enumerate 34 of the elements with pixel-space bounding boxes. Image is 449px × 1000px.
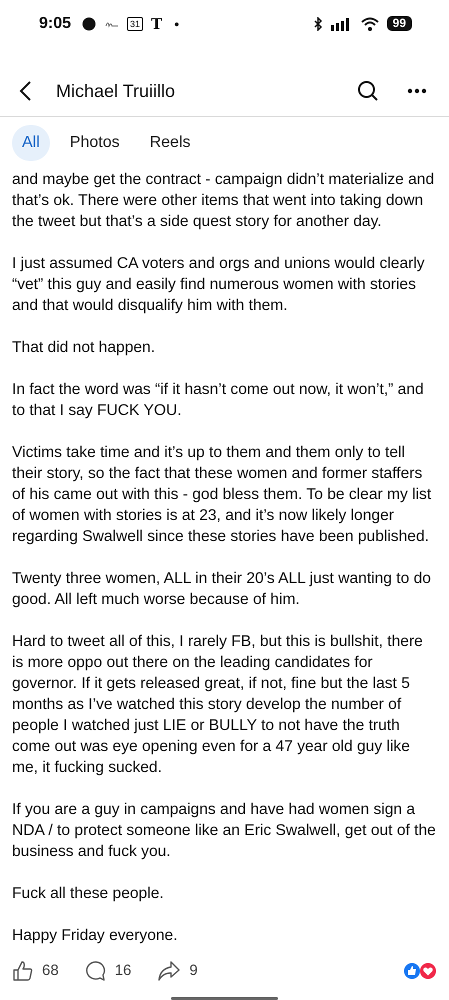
post-paragraph: Twenty three women, ALL in their 20’s ALL just wanting to do good. All left much worse because of him. [12,568,432,610]
profile-name: Michael Truiillo [56,80,176,102]
post-paragraph: Happy Friday everyone. [12,926,179,946]
share-count: 9 [189,962,198,980]
news-app-icon: T [151,14,162,33]
search-icon[interactable] [357,80,379,102]
status-time: 9:05 [39,14,72,33]
post-paragraph: Fuck all these people. [12,884,165,904]
calendar-icon: 31 [127,16,144,31]
back-icon[interactable] [18,80,32,102]
comment-icon[interactable] [84,960,107,982]
post-paragraph: That did not happen. [12,338,156,358]
post-paragraph: I just assumed CA voters and orgs and unions would clearly “vet” this guy and easily find numerous women with stories and that would disqualify him with them. [12,254,426,316]
filter-tab[interactable]: Photos [60,124,130,161]
share-icon[interactable] [157,960,182,982]
home-indicator[interactable] [171,996,278,1000]
bluetooth-icon [312,16,323,31]
post-paragraph: In fact the word was “if it hasn’t come out now, it won’t,” and to that I say FUCK YOU. [12,380,425,421]
post-paragraph: If you are a guy in campaigns and have had women sign a NDA / to protect someone like an Eric Swalwell, get out of the business and fuck you. [12,800,437,862]
signature-icon [105,20,120,28]
filter-tab[interactable]: All [12,124,50,161]
notification-icon [81,16,98,32]
more-notifications-dot: • [174,16,180,32]
reactions-icon[interactable] [403,962,437,980]
comment-count: 16 [114,962,132,980]
post-paragraph: Hard to tweet all of this, I rarely FB, but this is bullshit, there is more oppo out there on the leading candidates for governor. If it gets released great, if not, fine but the last 5 months as I’ve watched this story develop the number of people I watched just LIE or BULLY to not have the truth come out was eye opening even for a 47 year old guy like me, it fucking sucked. [12,632,424,778]
more-options-icon[interactable] [407,88,427,94]
post-paragraph: Victims take time and it’s up to them and them only to tell their story, so the fact that these women and former staffers of his came out with this - god bless them. To be clear my list of women with stories is at 23, and it’s now likely longer regarding Swalwell since these stories have been published. [12,442,432,547]
post-paragraph: and maybe get the contract - campaign didn’t materialize and that’s ok. There were other items that went into taking down the tweet but that’s a side quest story for another day. [12,170,436,232]
like-icon[interactable] [12,960,34,982]
like-count: 68 [42,962,59,980]
battery-indicator: 99 [386,16,412,32]
filter-tab[interactable]: Reels [140,124,200,161]
wifi-icon [360,16,379,31]
